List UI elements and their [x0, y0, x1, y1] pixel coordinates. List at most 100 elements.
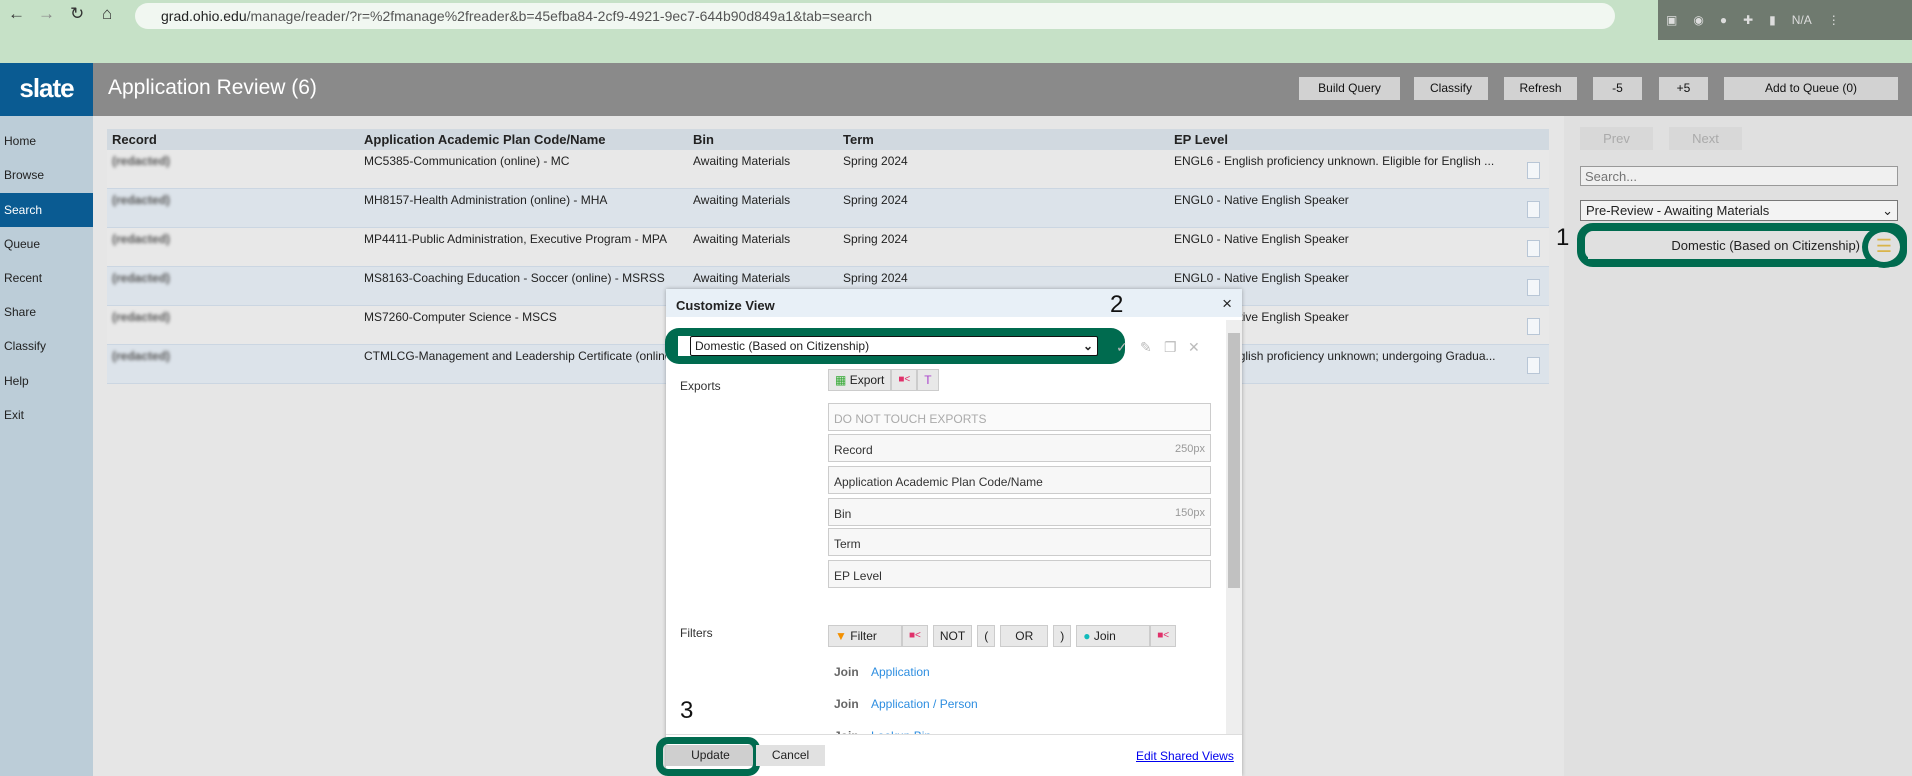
document-icon[interactable]	[1527, 240, 1540, 257]
annotation-1: 1	[1556, 224, 1570, 251]
extension-icon[interactable]: ◉	[1693, 13, 1703, 27]
view-select[interactable]: Domestic (Based on Citizenship) ⌄	[690, 336, 1098, 356]
pin-icon[interactable]: ✎	[1140, 339, 1152, 356]
close-paren-button[interactable]: )	[1053, 625, 1072, 647]
table-row[interactable]: (redacted) MH8157-Health Administration (…	[107, 189, 1549, 228]
search-input[interactable]	[1580, 166, 1898, 186]
document-icon[interactable]	[1527, 318, 1540, 335]
puzzle-icon[interactable]: ✚	[1743, 13, 1753, 27]
sidebar-item-classify[interactable]: Classify	[0, 329, 93, 363]
share-icon[interactable]: ■<	[1150, 625, 1177, 647]
chevron-down-icon: ⌄	[1082, 339, 1093, 353]
document-icon[interactable]	[1527, 279, 1540, 296]
export-field[interactable]: Application Academic Plan Code/Name	[828, 466, 1211, 494]
plan-cell: MH8157-Health Administration (online) - …	[364, 193, 608, 207]
bin-cell: Awaiting Materials	[693, 271, 791, 285]
sidebar-item-help[interactable]: Help	[0, 364, 93, 398]
col-bin[interactable]: Bin	[693, 132, 714, 147]
record-cell: (redacted)	[112, 193, 171, 207]
delete-icon[interactable]: ✕	[1188, 339, 1200, 356]
sidebar-item-browse[interactable]: Browse	[0, 158, 93, 192]
export-field[interactable]: Bin 150px	[828, 498, 1211, 526]
close-icon[interactable]: ×	[1222, 294, 1232, 314]
join-link[interactable]: Application	[871, 665, 930, 679]
ep-level-cell: ENGL6 - English proficiency unknown. Eli…	[1174, 154, 1495, 168]
page-title: Application Review (6)	[108, 76, 317, 99]
sidebar-item-exit[interactable]: Exit	[0, 398, 93, 432]
extension-icon[interactable]: ▣	[1666, 13, 1677, 27]
export-field[interactable]: DO NOT TOUCH EXPORTS	[828, 403, 1211, 431]
col-ep-level[interactable]: EP Level	[1174, 132, 1228, 147]
join-keyword: Join	[834, 665, 859, 679]
plan-cell: MP4411-Public Administration, Executive …	[364, 232, 668, 246]
sidebar-item-search[interactable]: Search	[0, 193, 93, 227]
dialog-header: Customize View	[666, 289, 1242, 317]
ep-level-cell: ENGL0 - Native English Speaker	[1174, 232, 1349, 246]
document-icon[interactable]	[1527, 162, 1540, 179]
home-icon[interactable]: ⌂	[102, 4, 112, 24]
menu-icon[interactable]: ⋮	[1828, 13, 1840, 27]
classify-button[interactable]: Classify	[1414, 77, 1488, 100]
bin-select[interactable]: Pre-Review - Awaiting Materials ⌄	[1580, 200, 1898, 221]
col-plan[interactable]: Application Academic Plan Code/Name	[364, 132, 606, 147]
export-field[interactable]: EP Level	[828, 560, 1211, 588]
document-icon[interactable]	[1527, 357, 1540, 374]
record-cell: (redacted)	[112, 154, 171, 168]
sidebar-item-home[interactable]: Home	[0, 124, 93, 158]
extension-icon[interactable]: ●	[1720, 13, 1727, 27]
table-row[interactable]: (redacted) MP4411-Public Administration, …	[107, 228, 1549, 267]
chevron-down-icon: ⌄	[1882, 203, 1893, 218]
document-icon[interactable]	[1527, 201, 1540, 218]
cancel-button[interactable]: Cancel	[756, 745, 825, 766]
text-icon[interactable]: T	[917, 369, 939, 391]
slate-logo[interactable]: slate	[0, 63, 93, 116]
reload-icon[interactable]: ↻	[70, 4, 84, 24]
filters-label: Filters	[680, 626, 713, 640]
view-button[interactable]: Domestic (Based on Citizenship)	[1588, 233, 1890, 259]
export-field[interactable]: Term	[828, 528, 1211, 556]
exports-label: Exports	[680, 379, 721, 393]
open-paren-button[interactable]: (	[977, 625, 996, 647]
address-bar[interactable]: grad.ohio.edu/manage/reader/?r=%2fmanage…	[135, 3, 1615, 29]
join-keyword: Join	[834, 697, 859, 711]
minus-5-button[interactable]: -5	[1593, 77, 1642, 100]
copy-icon[interactable]: ❐	[1164, 339, 1177, 356]
plan-cell: MC5385-Communication (online) - MC	[364, 154, 570, 168]
prev-button[interactable]: Prev	[1580, 127, 1653, 150]
sidebar-item-share[interactable]: Share	[0, 295, 93, 329]
sidebar-item-recent[interactable]: Recent	[0, 261, 93, 295]
sliders-icon[interactable]: ☰	[1862, 226, 1906, 268]
not-button[interactable]: NOT	[932, 625, 973, 647]
join-link[interactable]: Application / Person	[871, 697, 978, 711]
share-icon[interactable]: ■<	[891, 369, 918, 391]
sidebar-item-queue[interactable]: Queue	[0, 227, 93, 261]
edit-shared-views-link[interactable]: Edit Shared Views	[1136, 749, 1234, 763]
or-button[interactable]: OR	[1000, 625, 1049, 647]
refresh-button[interactable]: Refresh	[1504, 77, 1577, 100]
next-button[interactable]: Next	[1669, 127, 1742, 150]
filter-button[interactable]: ▼ Filter	[828, 625, 902, 647]
ep-level-cell: ENGL0 - Native English Speaker	[1174, 271, 1349, 285]
export-field[interactable]: Record 250px	[828, 434, 1211, 462]
table-row[interactable]: (redacted) MC5385-Communication (online) …	[107, 150, 1549, 189]
plan-cell: MS7260-Computer Science - MSCS	[364, 310, 557, 324]
forward-icon[interactable]: →	[38, 4, 55, 24]
back-icon[interactable]: ←	[8, 4, 25, 24]
table-header: Record Application Academic Plan Code/Na…	[107, 129, 1549, 150]
join-button[interactable]: ● Join	[1076, 625, 1151, 647]
export-button[interactable]: ▦ Export	[828, 369, 892, 391]
scrollbar-thumb[interactable]	[1228, 333, 1240, 588]
annotation-2: 2	[1110, 291, 1124, 318]
record-cell: (redacted)	[112, 310, 171, 324]
sidepanel-icon[interactable]: ▮	[1769, 13, 1776, 27]
build-query-button[interactable]: Build Query	[1299, 77, 1400, 100]
funnel-icon: ▼	[835, 629, 847, 643]
add-to-queue-button[interactable]: Add to Queue (0)	[1724, 77, 1898, 100]
share-icon[interactable]: ■<	[902, 625, 928, 647]
col-term[interactable]: Term	[843, 132, 874, 147]
col-record[interactable]: Record	[112, 132, 157, 147]
join-icon: ●	[1083, 629, 1091, 643]
plus-5-button[interactable]: +5	[1659, 77, 1708, 100]
check-icon[interactable]: ✓	[1116, 339, 1128, 356]
customize-view-dialog: Customize View × 2 Domestic (Based on Ci…	[656, 289, 1242, 776]
